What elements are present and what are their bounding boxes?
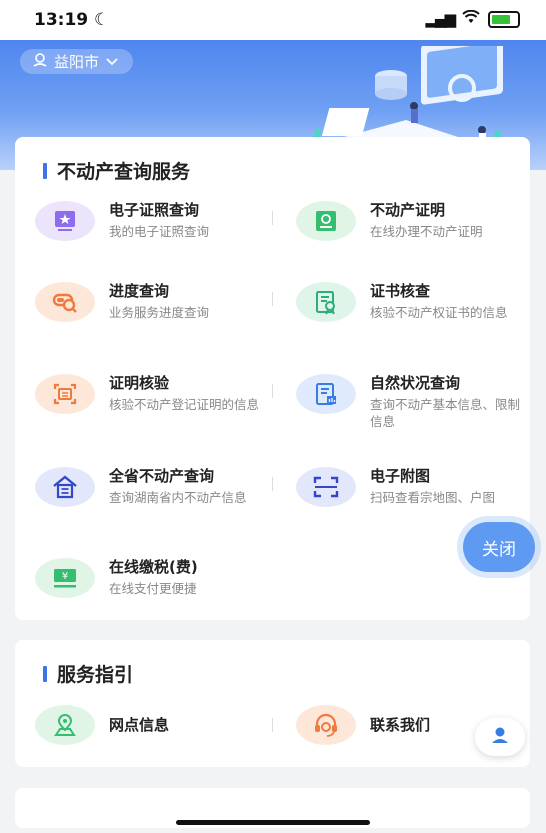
user-button[interactable] [475,718,525,756]
service-desc: 我的电子证照查询 [109,224,210,239]
house-icon [35,467,95,507]
city-selector[interactable]: 益阳市 [20,49,134,74]
property-cert-icon [296,201,356,241]
certificate-icon [35,201,95,241]
service-desc: 在线办理不动产证明 [370,224,483,239]
service-e-license-query[interactable]: 电子证照查询 我的电子证照查询 [35,201,270,241]
service-name: 进度查询 [109,282,170,300]
service-desc: 查询湖南省内不动产信息 [109,490,247,505]
status-bar: 13:19 ☾ ▂▄▆ [0,0,546,40]
service-name: 电子证照查询 [109,201,200,219]
location-icon [35,705,95,745]
service-name: 电子附图 [370,467,431,485]
service-name: 不动产证明 [370,201,446,219]
progress-search-icon [35,282,95,322]
service-cert-verify[interactable]: 证书核查 核验不动产权证书的信息 [296,282,531,322]
service-province-query[interactable]: 全省不动产查询 查询湖南省内不动产信息 [35,467,270,507]
proof-verify-icon [35,374,95,414]
service-desc: 查询不动产基本信息、限制信息 [370,397,521,429]
city-name: 益阳市 [54,53,100,71]
service-desc: 在线支付更便捷 [109,581,197,596]
query-services-title: 不动产查询服务 [43,157,190,184]
service-guide-card: 服务指引 网点信息 联系我们 [15,640,530,767]
service-proof-verify[interactable]: 证明核验 核验不动产登记证明的信息 [35,374,270,414]
battery-icon [488,10,520,28]
service-name: 在线缴税(费) [109,558,198,576]
status-doc-icon [296,374,356,414]
divider [272,477,273,491]
service-online-tax[interactable]: ¥ 在线缴税(费) 在线支付更便捷 [35,558,270,598]
svg-text:¥: ¥ [62,571,68,582]
service-name: 证明核验 [109,374,170,392]
divider [272,292,273,306]
cert-verify-icon [296,282,356,322]
divider [272,211,273,225]
service-desc: 扫码查看宗地图、户图 [370,490,496,505]
service-desc: 业务服务进度查询 [109,305,210,320]
tax-pay-icon: ¥ [35,558,95,598]
moon-icon: ☾ [94,10,110,30]
divider [272,718,273,732]
user-icon [489,725,511,749]
guide-name: 网点信息 [109,716,170,734]
signal-icon: ▂▄▆ [425,10,456,28]
service-name: 证书核查 [370,282,431,300]
service-guide-title: 服务指引 [43,660,133,687]
guide-name: 联系我们 [370,716,431,734]
chevron-down-icon [105,53,119,71]
wifi-icon [462,9,480,28]
service-name: 自然状况查询 [370,374,461,392]
close-button[interactable]: 关闭 [463,522,535,572]
home-indicator [176,820,370,825]
service-name: 全省不动产查询 [109,467,215,485]
query-services-card: 不动产查询服务 电子证照查询 我的电子证照查询 不动产证明 在线办理不动产证明 … [15,137,530,620]
service-e-attachment[interactable]: 电子附图 扫码查看宗地图、户图 [296,467,531,507]
service-natural-status-query[interactable]: 自然状况查询 查询不动产基本信息、限制信息 [296,374,531,430]
divider [272,384,273,398]
status-time: 13:19 ☾ [34,10,110,30]
guide-outlet-info[interactable]: 网点信息 [35,705,270,745]
service-progress-query[interactable]: 进度查询 业务服务进度查询 [35,282,270,322]
status-icons: ▂▄▆ [425,9,520,28]
headset-icon [296,705,356,745]
service-desc: 核验不动产权证书的信息 [370,305,508,320]
service-property-proof[interactable]: 不动产证明 在线办理不动产证明 [296,201,531,241]
scan-icon [296,467,356,507]
service-desc: 核验不动产登记证明的信息 [109,397,260,412]
location-pin-icon [32,52,48,72]
